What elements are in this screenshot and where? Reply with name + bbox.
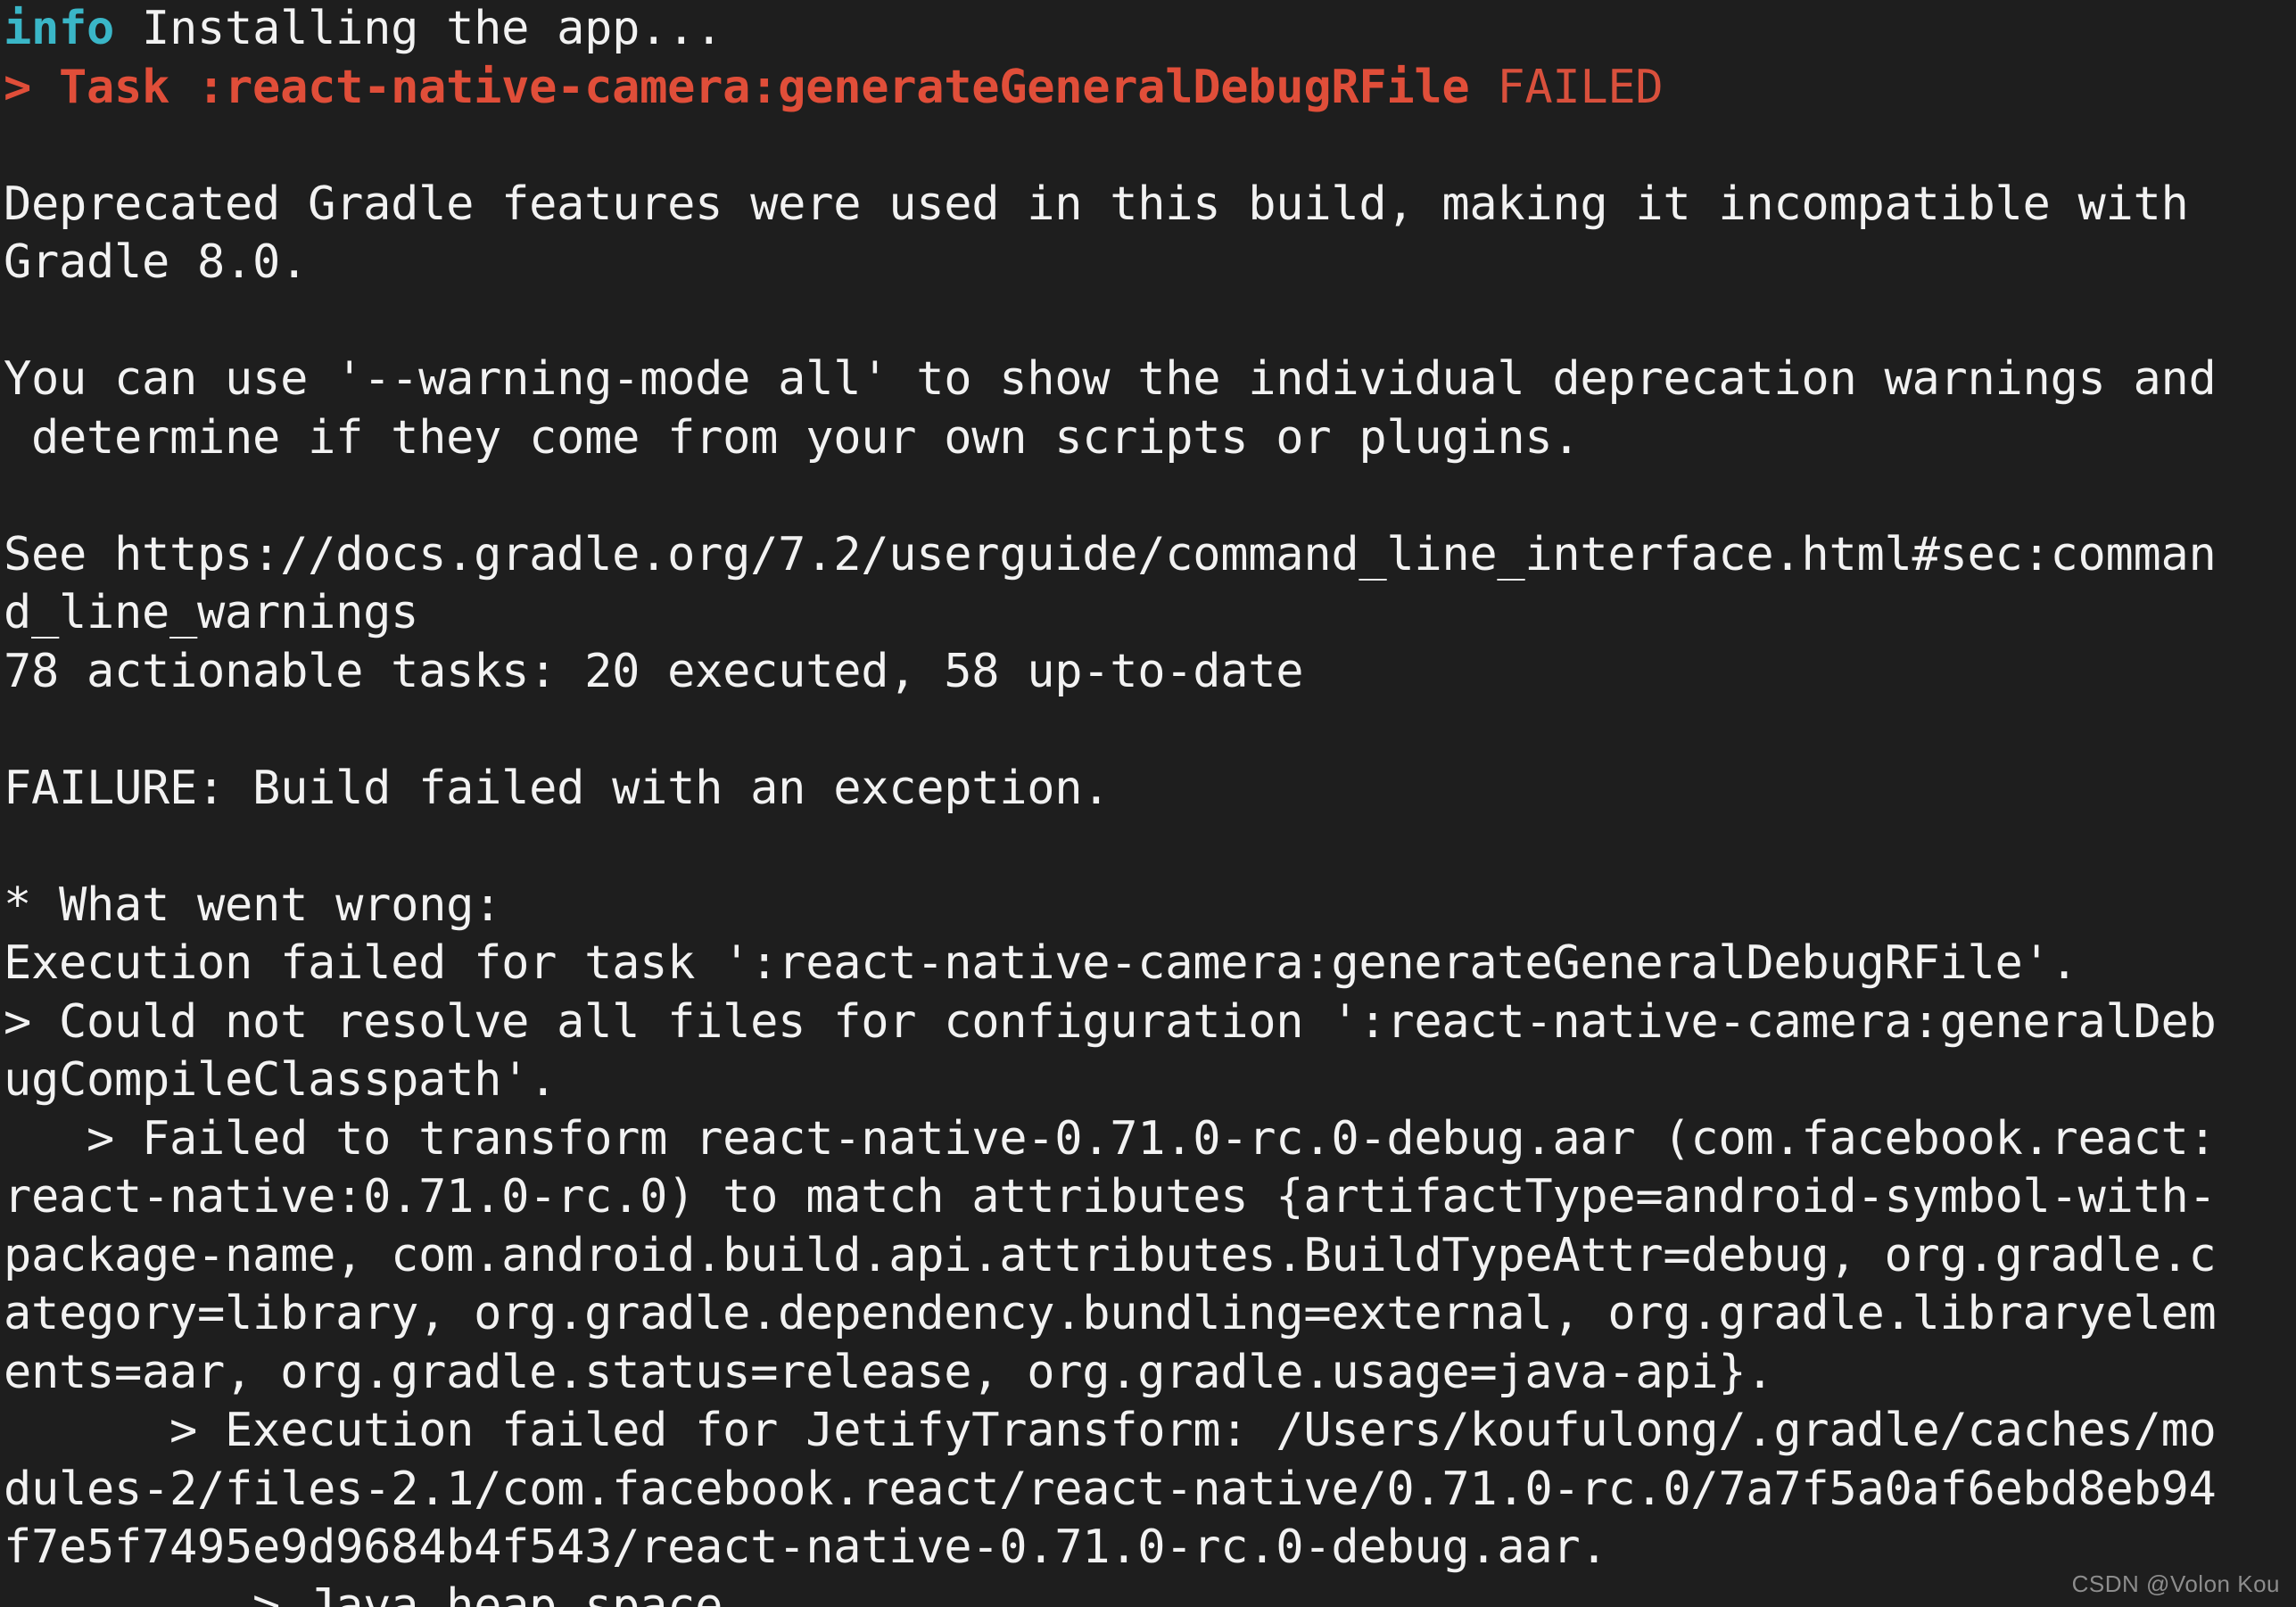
line-execution-failed-task: Execution failed for task ':react-native…	[4, 935, 2296, 993]
line-failed-transform-2: react-native:0.71.0-rc.0) to match attri…	[4, 1168, 2296, 1227]
line-failed-transform-5: ents=aar, org.gradle.status=release, org…	[4, 1344, 2296, 1403]
line-jetify-2-segment: dules-2/files-2.1/com.facebook.react/rea…	[4, 1462, 2217, 1516]
line-warning-mode-2: determine if they come from your own scr…	[4, 409, 2296, 468]
line-deprecated-1: Deprecated Gradle features were used in …	[4, 176, 2296, 235]
line-task-failed: > Task :react-native-camera:generateGene…	[4, 59, 2296, 118]
line-jetify-1-segment: > Execution failed for JetifyTransform: …	[4, 1404, 2217, 1457]
csdn-watermark: CSDN @Volon Kou	[2071, 1570, 2280, 1597]
line-failed-transform-3: package-name, com.android.build.api.attr…	[4, 1227, 2296, 1286]
line-failed-transform-5-segment: ents=aar, org.gradle.status=release, org…	[4, 1345, 1774, 1399]
line-jetify-3-segment: f7e5f7495e9d9684b4f543/react-native-0.71…	[4, 1520, 1608, 1574]
line-task-failed-segment: > Task :react-native-camera:generateGene…	[4, 60, 1470, 114]
line-failure-header: FAILURE: Build failed with an exception.	[4, 760, 2296, 819]
line-could-not-resolve-1-segment: > Could not resolve all files for config…	[4, 994, 2217, 1049]
line-info-installing: info Installing the app...	[4, 0, 2296, 59]
line-actionable-tasks: 78 actionable tasks: 20 executed, 58 up-…	[4, 643, 2296, 702]
line-deprecated-2: Gradle 8.0.	[4, 234, 2296, 293]
line-blank-4	[4, 701, 2296, 760]
line-jetify-1: > Execution failed for JetifyTransform: …	[4, 1402, 2296, 1461]
line-see-url-2-segment: d_line_warnings	[4, 586, 419, 639]
terminal-lines: info Installing the app... > Task :react-…	[4, 0, 2296, 1607]
line-jetify-3: f7e5f7495e9d9684b4f543/react-native-0.71…	[4, 1519, 2296, 1578]
line-jetify-2: dules-2/files-2.1/com.facebook.react/rea…	[4, 1461, 2296, 1520]
line-deprecated-1-segment: Deprecated Gradle features were used in …	[4, 177, 2189, 231]
line-warning-mode-1: You can use '--warning-mode all' to show…	[4, 350, 2296, 409]
line-java-heap-space-segment: > Java heap space	[4, 1578, 723, 1607]
line-task-failed-segment: FAILED	[1469, 60, 1664, 114]
line-info-installing-segment: Installing the app...	[114, 2, 723, 55]
line-failed-transform-4-segment: ategory=library, org.gradle.dependency.b…	[4, 1287, 2217, 1340]
line-could-not-resolve-2: ugCompileClasspath'.	[4, 1051, 2296, 1110]
line-blank-1	[4, 117, 2296, 176]
line-what-went-wrong: * What went wrong:	[4, 877, 2296, 935]
line-java-heap-space: > Java heap space	[4, 1578, 2296, 1607]
line-failed-transform-1: > Failed to transform react-native-0.71.…	[4, 1110, 2296, 1169]
line-info-installing-segment: info	[4, 2, 115, 55]
line-what-went-wrong-segment: * What went wrong:	[4, 878, 502, 932]
line-could-not-resolve-2-segment: ugCompileClasspath'.	[4, 1053, 557, 1107]
line-failure-header-segment: FAILURE: Build failed with an exception.	[4, 761, 1111, 815]
line-see-url-1-segment: See https://docs.gradle.org/7.2/userguid…	[4, 527, 2217, 581]
line-failed-transform-1-segment: > Failed to transform react-native-0.71.…	[4, 1111, 2217, 1166]
line-could-not-resolve-1: > Could not resolve all files for config…	[4, 993, 2296, 1052]
line-execution-failed-task-segment: Execution failed for task ':react-native…	[4, 936, 2078, 990]
line-see-url-1: See https://docs.gradle.org/7.2/userguid…	[4, 526, 2296, 585]
line-see-url-2: d_line_warnings	[4, 584, 2296, 643]
line-failed-transform-2-segment: react-native:0.71.0-rc.0) to match attri…	[4, 1170, 2217, 1224]
line-failed-transform-4: ategory=library, org.gradle.dependency.b…	[4, 1285, 2296, 1344]
line-actionable-tasks-segment: 78 actionable tasks: 20 executed, 58 up-…	[4, 644, 1304, 698]
terminal-output-pane[interactable]: info Installing the app... > Task :react-…	[0, 0, 2296, 1607]
line-failed-transform-3-segment: package-name, com.android.build.api.attr…	[4, 1228, 2217, 1282]
line-deprecated-2-segment: Gradle 8.0.	[4, 235, 309, 289]
line-warning-mode-1-segment: You can use '--warning-mode all' to show…	[4, 352, 2217, 406]
line-blank-5	[4, 818, 2296, 877]
line-blank-2	[4, 293, 2296, 351]
line-blank-3	[4, 467, 2296, 526]
line-warning-mode-2-segment: determine if they come from your own scr…	[4, 410, 1581, 465]
